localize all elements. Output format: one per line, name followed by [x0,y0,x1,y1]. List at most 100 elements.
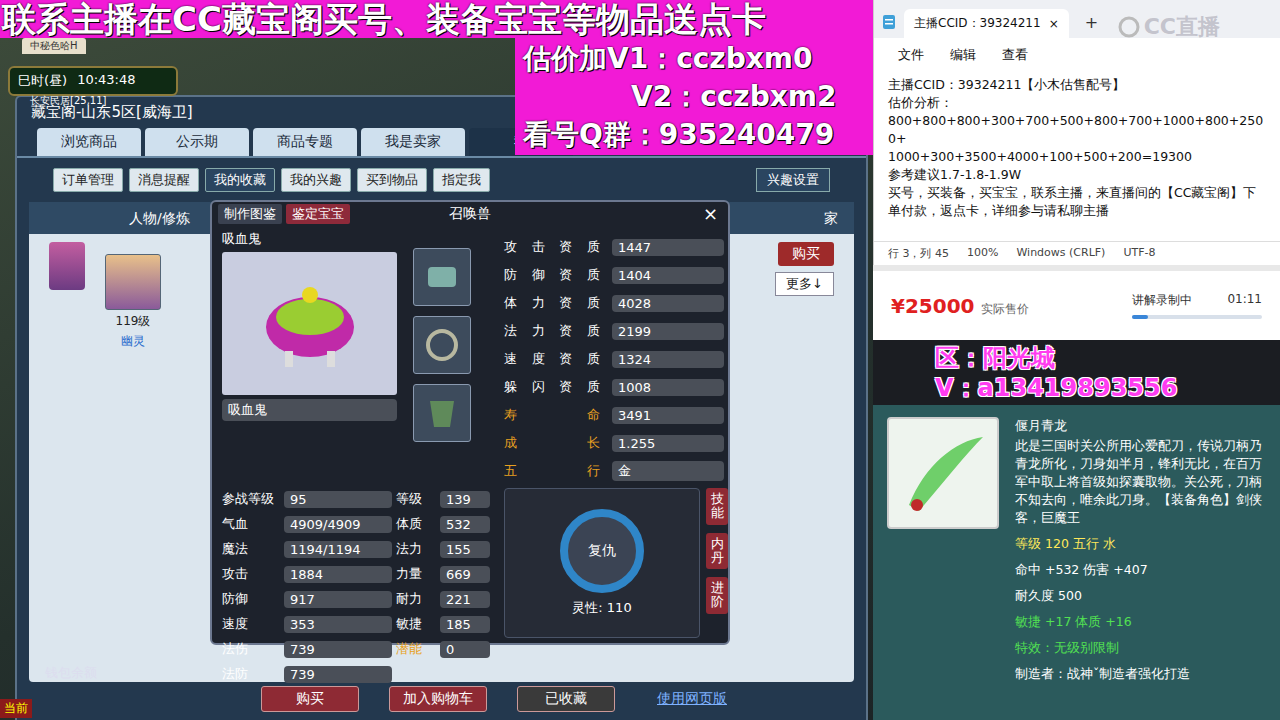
equipment-slot[interactable] [413,248,471,306]
notepad-tab[interactable]: 主播CCID：39324211× [904,9,1069,38]
price-panel: ¥25000实际售价 讲解录制中01:11 [873,265,1280,340]
side-button[interactable]: 内丹 [706,533,728,570]
status-item: 行 3，列 45 [888,246,949,261]
new-tab-button[interactable]: + [1077,7,1106,38]
character-avatar [49,242,85,290]
value-field: 4028 [612,295,724,312]
column-header: 家 [824,210,838,228]
listing-card: 119级幽灵 [105,254,161,350]
wallet-label: 钱包余额 [45,664,97,682]
buy-button[interactable]: 购买 [778,242,834,266]
notepad-statusbar: 行 3，列 45100%Windows (CRLF)UTF-8 [874,241,1280,265]
stat-row: 法伤739潜能0 [222,638,490,660]
notepad-menu: 文件 编辑 查看 [874,38,1280,72]
aptitude-label: 速度资质 [504,350,600,368]
footer-button[interactable]: 购买 [261,686,359,712]
value-field: 532 [440,516,490,533]
pet-dialog: 制作图鉴鉴定宝宝召唤兽×吸血鬼吸血鬼攻击资质1447防御资质1404体力资质40… [210,200,730,645]
text-line: 买号，买装备，买宝宝，联系主播，来直播间的【CC藏宝阁】下单付款，返点卡，详细参… [888,184,1266,220]
pet-name-field[interactable]: 吸血鬼 [222,399,397,421]
value-field: 353 [284,616,392,633]
dialog-tab[interactable]: 制作图鉴 [218,204,282,224]
stat-label: 气血 [222,515,280,533]
blade-icon [895,425,991,521]
sub-tab[interactable]: 我的收藏 [205,168,275,192]
sub-tab[interactable]: 指定我 [433,168,490,192]
price-block: ¥25000实际售价 [891,294,1029,318]
item-name: 偃月青龙 [1015,417,1270,435]
menu-item[interactable]: 文件 [898,46,924,64]
stat-label: 潜能 [396,640,436,658]
window-tab[interactable]: 公示期 [145,128,249,156]
interest-settings-button[interactable]: 兴趣设置 [756,168,830,192]
aptitude-label: 成长 [504,434,600,452]
sub-tab[interactable]: 买到物品 [357,168,427,192]
item-roles: 【装备角色】剑侠客，巨魔王 [1015,492,1262,525]
skill-slot[interactable]: 复仇 [560,509,644,593]
stat-label: 参战等级 [222,490,280,508]
aptitude-row: 法力资质2199 [504,320,728,342]
menu-item[interactable]: 查看 [1002,46,1028,64]
notepad-titlebar: 主播CCID：39324211×+CC直播 [874,0,1280,38]
equipment-slot[interactable] [413,384,471,442]
tab-close-button[interactable]: × [1049,17,1059,31]
sub-tab[interactable]: 我的兴趣 [281,168,351,192]
side-button[interactable]: 技能 [706,488,728,525]
value-field: 139 [440,491,490,508]
item-attribute: 命中 +532 伤害 +407 [1015,561,1270,579]
sub-tab[interactable]: 订单管理 [53,168,123,192]
skill-panel: 复仇灵性: 110技能内丹进阶 [504,488,728,685]
sub-tab[interactable]: 消息提醒 [129,168,199,192]
value-field: 0 [440,641,490,658]
stat-row: 参战等级95等级139 [222,488,490,510]
value-field: 739 [284,641,392,658]
skill-wheel: 复仇灵性: 110 [504,488,700,638]
aptitude-label: 躲闪资质 [504,378,600,396]
window-tab[interactable]: 浏览商品 [37,128,141,156]
stat-label: 敏捷 [396,615,436,633]
collar-icon [422,393,462,433]
notepad-text[interactable]: 主播CCID：39324211【小木估售配号】估价分析：800+800+800+… [874,72,1280,241]
aptitude-label: 体力资质 [504,294,600,312]
recording-progress [1132,315,1262,319]
equipment-slot[interactable] [413,316,471,374]
item-card: 偃月青龙此是三国时关公所用心爱配刀，传说刀柄乃青龙所化，刀身如半月，锋利无比，在… [873,405,1280,720]
more-button[interactable]: 更多↓ [775,272,834,296]
hud-clock: 巳时(昼)10:43:48 [8,66,178,96]
stat-row: 气血4909/4909体质532 [222,513,490,535]
game-screen: 中秘色哈H巳时(昼)10:43:48长安民居[25,11]估价加V1：cczbx… [0,38,873,720]
close-button[interactable]: × [699,205,722,223]
item-image [887,417,999,529]
value-field: 3491 [612,407,724,424]
footer-button[interactable]: 使用网页版 [645,687,739,711]
menu-item[interactable]: 编辑 [950,46,976,64]
recording-block: 讲解录制中01:11 [1132,292,1262,319]
window-tab[interactable]: 商品专题 [253,128,357,156]
recording-progress-fill [1132,315,1148,319]
stream-frame: 联系主播在CC藏宝阁买号、装备宝宝等物品送点卡中秘色哈H巳时(昼)10:43:4… [0,0,1280,720]
recording-row: 讲解录制中01:11 [1132,292,1262,309]
promo-banner: 联系主播在CC藏宝阁买号、装备宝宝等物品送点卡 [0,0,873,38]
value-field: 1884 [284,566,392,583]
vertical-text: 进阶 [711,581,724,610]
stat-label: 等级 [396,490,436,508]
stat-row: 防御917耐力221 [222,588,490,610]
aptitude-row: 速度资质1324 [504,348,728,370]
footer-button[interactable]: 加入购物车 [389,686,487,712]
chat-channel[interactable]: 当前 [0,699,32,718]
stat-label: 法防 [222,665,280,683]
window-tab[interactable]: 我是卖家 [361,128,465,156]
listing-school[interactable]: 幽灵 [121,333,145,350]
pet-figure-icon [255,269,365,379]
stat-label: 攻击 [222,565,280,583]
footer-button[interactable]: 已收藏 [517,686,615,712]
value-field: 95 [284,491,392,508]
item-attribute: 敏捷 +17 体质 +16 [1015,613,1270,631]
spirit-label: 灵性: 110 [572,599,631,617]
dialog-tab[interactable]: 鉴定宝宝 [286,204,350,224]
estimate-line: 估价加V1：cczbxm0 [523,41,865,77]
side-button[interactable]: 进阶 [706,577,728,614]
item-attribute: 耐久度 500 [1015,587,1270,605]
value-field: 4909/4909 [284,516,392,533]
text-line: 参考建议1.7-1.8-1.9W [888,166,1266,184]
